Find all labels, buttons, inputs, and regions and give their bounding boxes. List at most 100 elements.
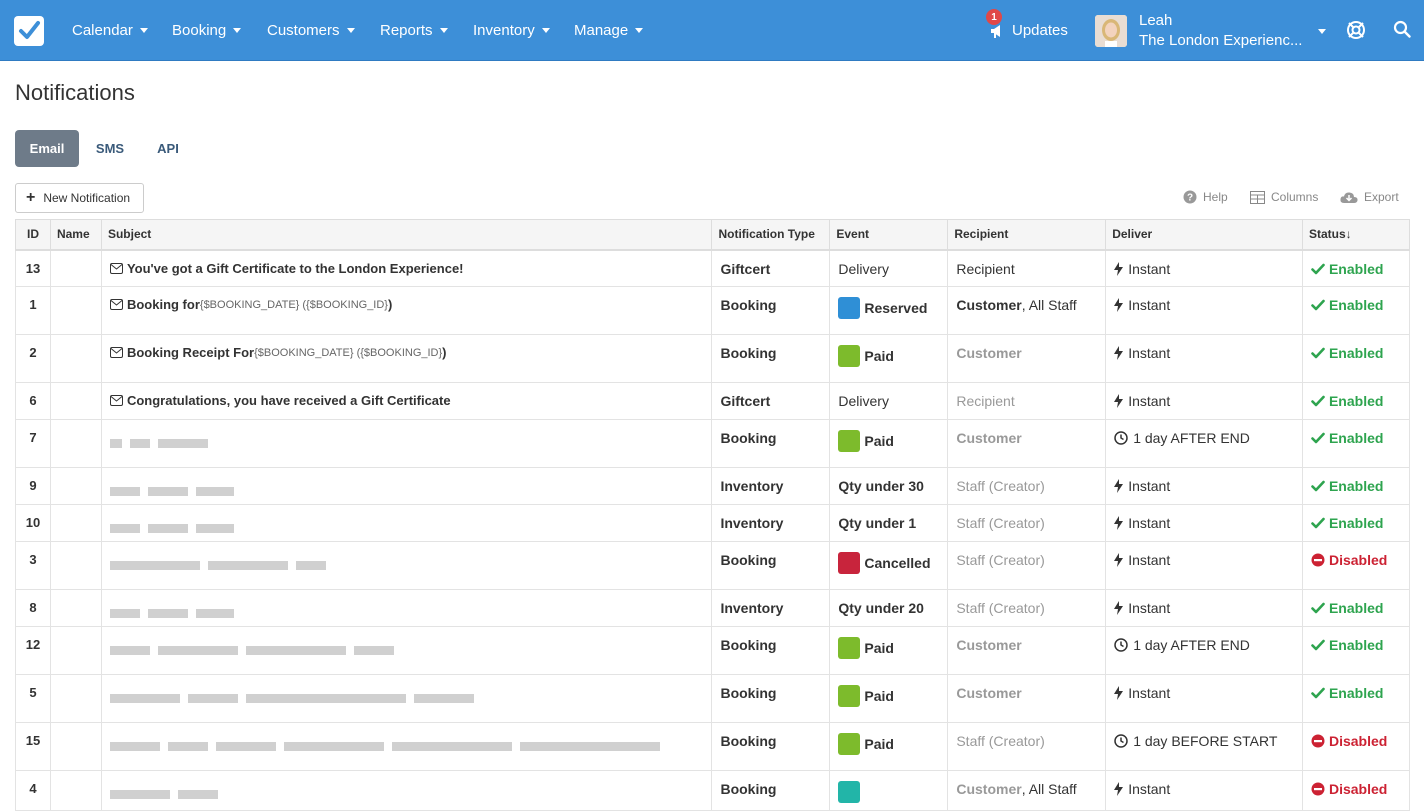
row-subject-cell[interactable]: [100, 504, 713, 542]
table-row[interactable]: 13 You've got a Gift Certificate to the L…: [15, 249, 1411, 287]
table-row[interactable]: 8 Inventory Qty under 20 Staff (Creator) Ins…: [15, 589, 1411, 627]
user-org[interactable]: The London Experienc...: [1139, 32, 1302, 49]
table-row[interactable]: 1 Booking for {$BOOKING_DATE} ({$BOOKING_…: [15, 286, 1411, 335]
tab-api[interactable]: API: [146, 130, 190, 167]
col-header-status[interactable]: Status↓: [1301, 219, 1411, 251]
avatar[interactable]: [1095, 15, 1127, 47]
row-subject-cell[interactable]: [100, 626, 713, 675]
status-badge[interactable]: Enabled: [1311, 685, 1401, 701]
updates-button[interactable]: 1 Updates: [986, 0, 1068, 61]
status-label: Enabled: [1328, 345, 1384, 361]
row-recipient: Customer, All Staff: [947, 286, 1107, 335]
table-row[interactable]: 3 Booking Cancelled Staff (Creator) Instant D…: [15, 541, 1411, 590]
status-badge[interactable]: Enabled: [1311, 345, 1401, 361]
status-badge[interactable]: Enabled: [1311, 430, 1401, 446]
recipient-main: Staff (Creator): [956, 552, 1045, 568]
table-row[interactable]: 9 Inventory Qty under 30 Staff (Creator) Ins…: [15, 467, 1411, 505]
row-subject-cell[interactable]: You've got a Gift Certificate to the Lon…: [100, 249, 713, 287]
status-badge[interactable]: Disabled: [1311, 552, 1401, 568]
columns-button[interactable]: Columns: [1250, 190, 1318, 204]
globe-icon[interactable]: [1346, 20, 1366, 40]
table-row[interactable]: 15 Booking Paid Staff (Creator) 1 day BEFORE…: [15, 722, 1411, 771]
nav-reports[interactable]: Reports: [380, 0, 448, 61]
recipient-main: Customer: [956, 430, 1022, 446]
table-row[interactable]: 2 Booking Receipt For {$BOOKING_DATE} ({$…: [15, 334, 1411, 383]
status-badge[interactable]: Enabled: [1311, 297, 1401, 313]
status-badge[interactable]: Enabled: [1311, 261, 1401, 277]
row-recipient: Customer: [947, 674, 1107, 723]
row-event: Paid: [838, 685, 939, 707]
subject-redacted: [109, 600, 704, 620]
row-subject-cell[interactable]: [100, 541, 713, 590]
col-header-id[interactable]: ID: [15, 219, 51, 251]
col-header-recipient[interactable]: Recipient: [947, 219, 1107, 251]
table-row[interactable]: 6 Congratulations, you have received a Gi…: [15, 382, 1411, 420]
user-menu-caret-icon[interactable]: [1318, 29, 1326, 34]
row-notification-type: Booking: [720, 297, 777, 313]
tab-sms[interactable]: SMS: [84, 130, 136, 167]
user-name[interactable]: Leah: [1139, 12, 1172, 29]
event-color-swatch: [838, 297, 861, 319]
status-badge[interactable]: Disabled: [1311, 733, 1401, 749]
row-subject-cell[interactable]: [100, 674, 713, 723]
bolt-icon: [1114, 782, 1124, 796]
status-badge[interactable]: Enabled: [1311, 515, 1401, 531]
export-button[interactable]: Export: [1340, 190, 1399, 204]
col-header-name[interactable]: Name: [49, 219, 102, 251]
status-badge[interactable]: Enabled: [1311, 393, 1401, 409]
nav-label: Booking: [172, 22, 227, 39]
bolt-icon: [1114, 479, 1124, 493]
table-row[interactable]: 10 Inventory Qty under 1 Staff (Creator) Ins…: [15, 504, 1411, 542]
table-header-row: ID Name Subject Notification Type Event …: [15, 219, 1411, 251]
col-header-type[interactable]: Notification Type: [711, 219, 831, 251]
table-row[interactable]: 4 Booking Customer, All Staff Instant Disabl…: [15, 770, 1411, 811]
bolt-icon: [1114, 686, 1124, 700]
table-row[interactable]: 7 Booking Paid Customer 1 day AFTER END Enabl…: [15, 419, 1411, 468]
table-row[interactable]: 5 Booking Paid Customer Instant Enabled: [15, 674, 1411, 723]
search-icon[interactable]: [1393, 20, 1411, 38]
columns-label: Columns: [1271, 190, 1319, 204]
col-header-subject[interactable]: Subject: [100, 219, 713, 251]
nav-calendar[interactable]: Calendar: [72, 0, 148, 61]
event-label: Cancelled: [864, 555, 931, 571]
nav-customers[interactable]: Customers: [267, 0, 355, 61]
row-subject-cell[interactable]: [100, 770, 713, 811]
status-badge[interactable]: Enabled: [1311, 600, 1401, 616]
col-header-deliver[interactable]: Deliver: [1105, 219, 1303, 251]
check-icon: [1311, 687, 1325, 699]
row-subject-cell[interactable]: [100, 722, 713, 771]
nav-inventory[interactable]: Inventory: [473, 0, 550, 61]
row-subject-cell[interactable]: [100, 467, 713, 505]
status-badge[interactable]: Enabled: [1311, 637, 1401, 653]
help-button[interactable]: ? Help: [1183, 190, 1228, 204]
recipient-main: Staff (Creator): [956, 478, 1045, 494]
row-id: 8: [29, 600, 37, 615]
col-header-event[interactable]: Event: [829, 219, 949, 251]
row-id: 1: [29, 297, 37, 312]
status-badge[interactable]: Enabled: [1311, 478, 1401, 494]
export-label: Export: [1364, 190, 1399, 204]
redacted-block: [129, 438, 150, 448]
subject-redacted: [109, 685, 704, 705]
row-id: 13: [25, 260, 41, 276]
bolt-icon: [1114, 261, 1124, 276]
tab-email[interactable]: Email: [15, 130, 79, 167]
event-color-swatch: [838, 430, 861, 452]
deliver-label: 1 day BEFORE START: [1133, 733, 1278, 749]
row-subject-cell[interactable]: [100, 419, 713, 468]
row-notification-type: Giftcert: [720, 393, 771, 409]
row-recipient: Recipient: [947, 249, 1107, 287]
redacted-block: [177, 789, 218, 799]
table-row[interactable]: 12 Booking Paid Customer 1 day AFTER END Enab…: [15, 626, 1411, 675]
subject-text: Booking Receipt For: [126, 345, 255, 360]
row-notification-type: Booking: [720, 430, 777, 446]
row-subject-cell[interactable]: Congratulations, you have received a Gif…: [100, 382, 713, 420]
row-subject-cell[interactable]: Booking Receipt For {$BOOKING_DATE} ({$B…: [100, 334, 713, 383]
row-subject-cell[interactable]: Booking for {$BOOKING_DATE} ({$BOOKING_I…: [100, 286, 713, 335]
new-notification-button[interactable]: + New Notification: [15, 183, 144, 213]
row-subject-cell[interactable]: [100, 589, 713, 627]
logo-check-icon[interactable]: [14, 16, 44, 46]
nav-manage[interactable]: Manage: [574, 0, 644, 61]
redacted-block: [109, 486, 140, 496]
nav-booking[interactable]: Booking: [172, 0, 242, 61]
